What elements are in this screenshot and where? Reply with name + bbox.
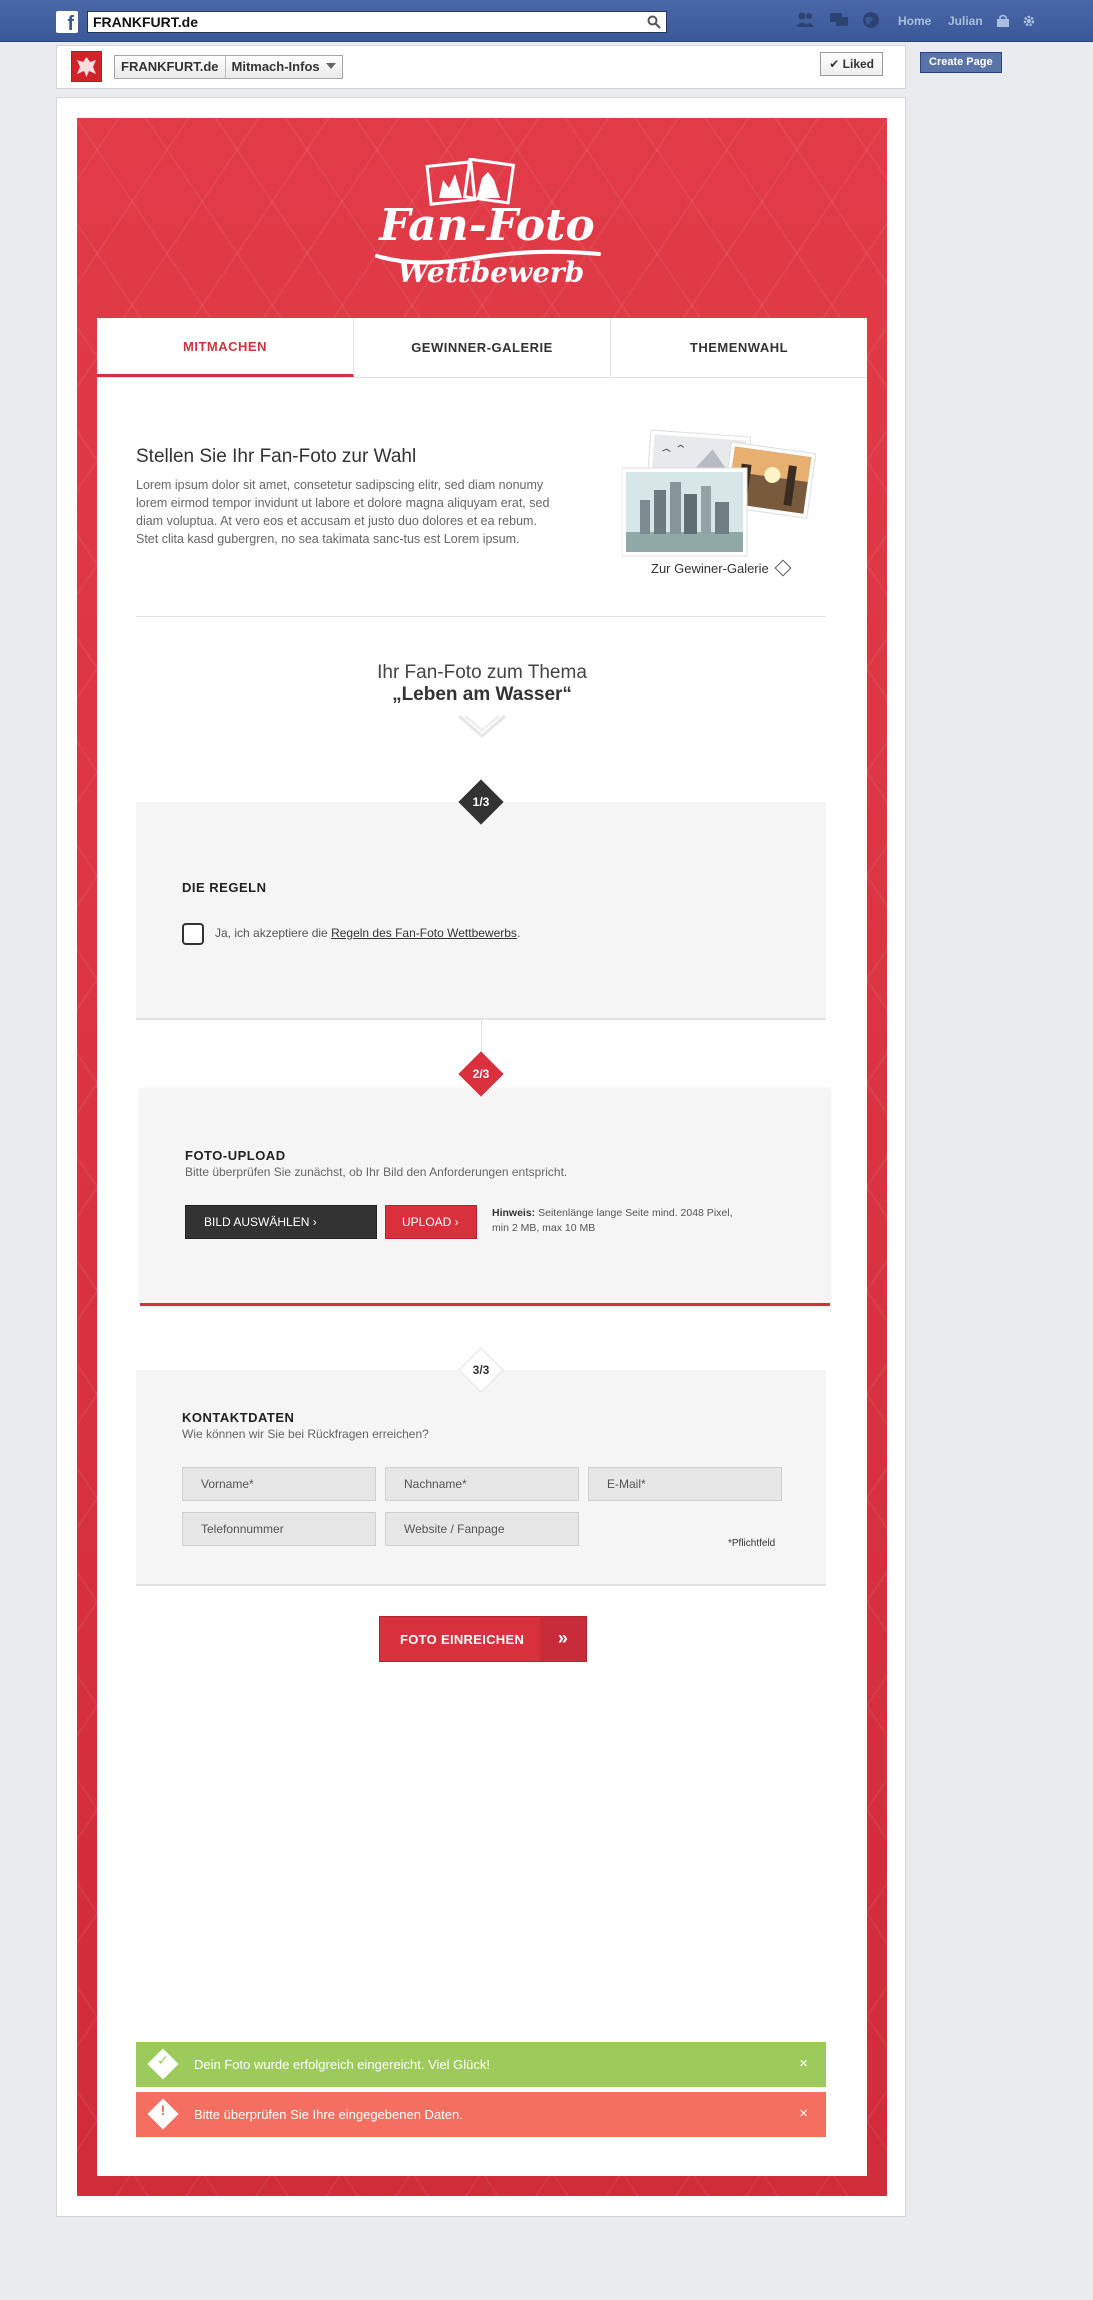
double-chevron-right-icon: » (540, 1617, 586, 1661)
tab-gewinner-galerie[interactable]: GEWINNER-GALERIE (354, 318, 611, 377)
app-content: MITMACHEN GEWINNER-GALERIE THEMENWAHL St… (97, 318, 867, 2176)
exclamation-icon: ! (160, 2102, 166, 2118)
submit-photo-button[interactable]: FOTO EINREICHEN » (379, 1616, 587, 1662)
hero-banner: Fan-Foto Wettbewerb (77, 118, 887, 318)
chevron-down-icon (458, 714, 506, 738)
tab-bar: MITMACHEN GEWINNER-GALERIE THEMENWAHL (97, 318, 867, 378)
step-rules-section: DIE REGELN Ja, ich akzeptiere die Regeln… (136, 802, 826, 1020)
first-name-field[interactable]: Vorname* (182, 1467, 376, 1501)
email-field[interactable]: E-Mail* (588, 1467, 782, 1501)
fan-foto-wettbewerb-logo: Fan-Foto Wettbewerb (375, 158, 601, 289)
submit-label: FOTO EINREICHEN (400, 1632, 525, 1647)
nav-home-link[interactable]: Home (898, 14, 931, 28)
accept-rules-suffix: . (516, 926, 521, 940)
tab-themenwahl[interactable]: THEMENWAHL (611, 318, 867, 377)
page-breadcrumb: FRANKFURT.de Mitmach-Infos (114, 55, 343, 79)
app-menu-dropdown[interactable]: Mitmach-Infos (226, 56, 342, 78)
settings-gear-icon[interactable] (1021, 13, 1037, 29)
page-avatar[interactable] (71, 51, 102, 82)
contact-subtitle: Wie können wir Sie bei Rückfragen erreic… (182, 1427, 429, 1441)
chevron-down-icon (325, 63, 336, 69)
upload-subtitle: Bitte überprüfen Sie zunächst, ob Ihr Bi… (185, 1165, 568, 1179)
upload-hint: Hinweis: Seitenlänge lange Seite mind. 2… (492, 1206, 752, 1236)
step-upload-section: FOTO-UPLOAD Bitte überprüfen Sie zunächs… (140, 1088, 830, 1306)
page-name-link[interactable]: FRANKFURT.de (115, 56, 226, 78)
tab-mitmachen[interactable]: MITMACHEN (97, 318, 354, 377)
app-menu-label: Mitmach-Infos (231, 59, 320, 74)
gallery-link[interactable]: Zur Gewiner-Galerie (651, 559, 792, 577)
create-page-button[interactable]: Create Page (920, 52, 1002, 73)
svg-text:Fan-Foto: Fan-Foto (377, 200, 594, 251)
step-3-badge-label: 3/3 (472, 1363, 490, 1377)
last-name-field[interactable]: Nachname* (385, 1467, 579, 1501)
accept-rules-label: Ja, ich akzeptiere die Regeln des Fan-Fo… (215, 926, 520, 940)
search-input[interactable] (93, 14, 633, 30)
search-icon[interactable] (647, 15, 661, 29)
notifications-globe-icon[interactable] (861, 11, 881, 29)
close-icon[interactable]: × (799, 2055, 808, 2072)
intro-body-text: Lorem ipsum dolor sit amet, consetetur s… (136, 478, 550, 546)
check-icon: ✓ (157, 2052, 169, 2068)
upload-button[interactable]: UPLOAD › (385, 1205, 477, 1239)
error-alert-text: Bitte überprüfen Sie Ihre eingegebenen D… (194, 2107, 463, 2122)
facebook-logo-icon[interactable]: f (56, 11, 78, 33)
privacy-shortcuts-icon[interactable] (996, 14, 1010, 28)
intro-title: Stellen Sie Ihr Fan-Foto zur Wahl (136, 446, 417, 467)
choose-image-button[interactable]: BILD AUSWÄHLEN › (185, 1205, 377, 1239)
website-field[interactable]: Website / Fanpage (385, 1512, 579, 1546)
accept-rules-checkbox[interactable] (182, 923, 204, 945)
liked-button[interactable]: ✔ Liked (820, 52, 883, 76)
step-1-badge-label: 1/3 (472, 795, 490, 809)
error-alert: ! Bitte überprüfen Sie Ihre eingegebenen… (136, 2092, 826, 2137)
frankfurt-eagle-icon (77, 57, 96, 77)
required-field-note: *Pflichtfeld (728, 1538, 776, 1549)
upload-hint-label: Hinweis: (492, 1207, 536, 1219)
phone-field[interactable]: Telefonnummer (182, 1512, 376, 1546)
theme-heading: Ihr Fan-Foto zum Thema (377, 662, 587, 683)
arrow-diamond-icon (774, 559, 792, 577)
page-header-bar: FRANKFURT.de Mitmach-Infos ✔ Liked (56, 45, 906, 89)
section-divider (136, 616, 826, 617)
accept-rules-prefix: Ja, ich akzeptiere die (215, 926, 332, 940)
theme-name: „Leben am Wasser“ (392, 684, 572, 705)
search-box[interactable] (87, 11, 667, 33)
messages-icon[interactable] (829, 11, 849, 29)
success-alert: ✓ Dein Foto wurde erfolgreich eingereich… (136, 2042, 826, 2087)
step-2-badge-label: 2/3 (472, 1067, 490, 1081)
upload-title: FOTO-UPLOAD (185, 1148, 286, 1163)
rules-title: DIE REGELN (182, 880, 267, 895)
nav-profile-link[interactable]: Julian (948, 14, 983, 28)
step-contact-section: KONTAKTDATEN Wie können wir Sie bei Rück… (136, 1370, 826, 1586)
rules-link[interactable]: Regeln des Fan-Foto Wettbewerbs (331, 926, 517, 940)
friend-requests-icon[interactable] (795, 11, 815, 29)
contact-title: KONTAKTDATEN (182, 1410, 295, 1425)
close-icon[interactable]: × (799, 2105, 808, 2122)
gallery-preview-photos[interactable] (622, 428, 842, 558)
success-alert-text: Dein Foto wurde erfolgreich eingereicht.… (194, 2057, 491, 2072)
gallery-link-label: Zur Gewiner-Galerie (651, 561, 769, 576)
